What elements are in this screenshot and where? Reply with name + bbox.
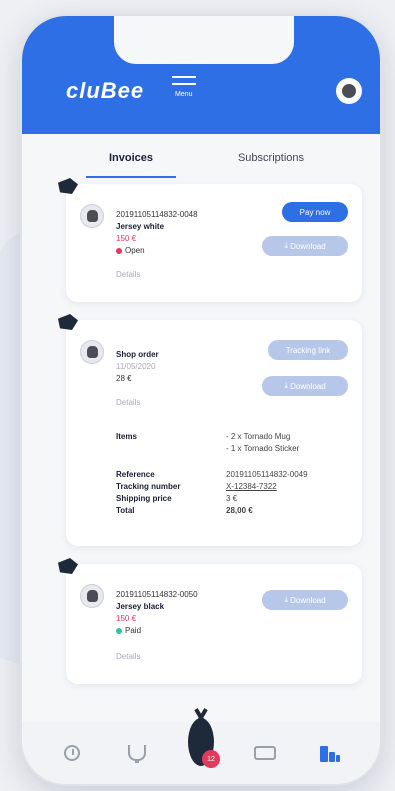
invoice-amount: 150 €	[116, 614, 137, 623]
download-button[interactable]: ⤓ Download	[262, 590, 348, 610]
tracking-link-button[interactable]: Tracking link	[268, 340, 348, 360]
order-item: - 2 x Tornado Mug	[226, 432, 291, 441]
order-title: Shop order	[116, 350, 159, 359]
clock-icon	[64, 745, 81, 761]
details-link[interactable]: Details	[116, 398, 140, 407]
avatar	[80, 340, 104, 364]
user-avatar[interactable]	[336, 78, 362, 104]
tab-bar: Invoices Subscriptions	[22, 142, 380, 182]
order-date: 11/05/2020	[116, 362, 156, 371]
invoice-card: 20191105114832-0050 Jersey black 150 € P…	[58, 558, 362, 684]
total-label: Total	[116, 506, 135, 515]
phone-notch	[114, 16, 294, 64]
invoice-number: 20191105114832-0050	[116, 590, 198, 599]
invoice-amount: 150 €	[116, 234, 137, 243]
notification-badge: 12	[201, 750, 220, 768]
order-item: - 1 x Tornado Sticker	[226, 444, 300, 453]
bee-icon	[58, 558, 78, 574]
invoices-icon-bar	[328, 752, 335, 762]
status-dot-icon	[116, 247, 122, 254]
invoice-card: 20191105114832-0048 Jersey white 150 € O…	[58, 178, 362, 302]
order-card: Shop order 11/05/2020 28 € Details Track…	[58, 314, 362, 546]
phone-frame: cluBee Menu Invoices Subscriptions 20191…	[20, 14, 382, 786]
avatar-icon	[342, 84, 356, 98]
download-label: Download	[290, 381, 326, 391]
trophy-icon	[127, 745, 146, 763]
download-label: Download	[290, 595, 326, 605]
shipping-label: Shipping price	[116, 494, 172, 503]
shipping-value: 3 €	[226, 494, 238, 503]
nav-trophies[interactable]	[124, 740, 150, 766]
invoices-icon-bar	[319, 746, 328, 762]
hamburger-icon-bar	[172, 83, 196, 85]
tab-invoices-label: Invoices	[108, 152, 154, 164]
bottom-nav: 12	[22, 718, 380, 784]
reference-label: Reference	[116, 470, 155, 479]
total-value: 28,00 €	[226, 506, 253, 515]
bee-icon	[58, 314, 78, 330]
invoice-number: 20191105114832-0048	[116, 210, 198, 219]
items-label: Items	[116, 432, 137, 441]
status-label: Paid	[125, 626, 142, 635]
tab-subscriptions-label: Subscriptions	[237, 152, 305, 164]
ticket-icon	[254, 746, 277, 760]
app-logo[interactable]: cluBee	[66, 78, 144, 104]
details-link[interactable]: Details	[116, 270, 140, 279]
nav-invoices[interactable]	[317, 740, 343, 766]
avatar	[80, 204, 104, 228]
menu-label: Menu	[175, 91, 193, 98]
nav-history[interactable]	[59, 740, 85, 766]
tab-invoices[interactable]: Invoices	[61, 142, 201, 182]
tab-active-indicator	[86, 176, 176, 178]
tracking-number-label: Tracking number	[116, 482, 181, 491]
order-amount: 28 €	[116, 374, 132, 383]
download-label: Download	[290, 241, 326, 251]
avatar	[80, 584, 104, 608]
status-dot-icon	[116, 627, 122, 634]
menu-button[interactable]: Menu	[172, 76, 200, 102]
pay-now-button[interactable]: Pay now	[282, 202, 348, 222]
download-button[interactable]: ⤓ Download	[262, 236, 348, 256]
nav-tickets[interactable]	[252, 740, 278, 766]
download-button[interactable]: ⤓ Download	[262, 376, 348, 396]
invoice-item: Jersey white	[116, 222, 165, 231]
tab-subscriptions[interactable]: Subscriptions	[201, 142, 341, 182]
invoices-icon-bar	[335, 755, 340, 762]
nav-mascot[interactable]: 12	[187, 718, 220, 768]
status-badge: Open	[116, 246, 145, 255]
invoice-item: Jersey black	[116, 602, 165, 611]
reference-value: 20191105114832-0049	[226, 470, 308, 479]
status-badge: Paid	[116, 626, 141, 635]
invoices-icon	[319, 744, 340, 762]
details-link[interactable]: Details	[116, 652, 140, 661]
hamburger-icon	[172, 76, 196, 78]
bee-mascot-icon: 12	[187, 718, 220, 768]
status-label: Open	[125, 246, 145, 255]
tracking-number-link[interactable]: X-12384-7322	[226, 482, 277, 491]
